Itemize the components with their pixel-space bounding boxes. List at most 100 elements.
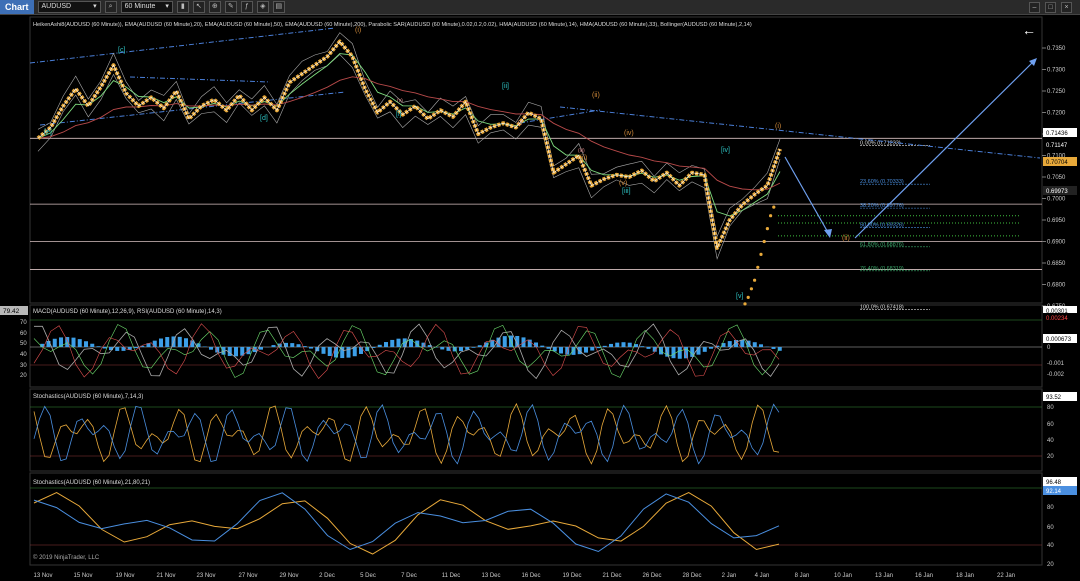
ema-lines xyxy=(37,53,781,217)
macd-histogram-bar xyxy=(615,342,620,347)
sar-dot xyxy=(769,214,773,218)
macd-histogram-bar xyxy=(259,347,263,350)
macd-histogram-bar xyxy=(77,339,82,347)
macd-panel: 7060504030200.0020-0.001-0.00279.420.003… xyxy=(0,306,1077,380)
macd-histogram-bar xyxy=(709,347,713,349)
macd-histogram-bar xyxy=(702,347,707,352)
y-tick-label: 0.6900 xyxy=(1047,240,1066,246)
wave-label-orange: (ii) xyxy=(592,92,600,99)
price-badge: 0.71147 xyxy=(1046,143,1068,149)
bollinger-bands xyxy=(37,32,781,260)
macd-histogram-bar xyxy=(134,347,138,349)
macd-histogram-bar xyxy=(590,347,595,351)
price-badge: 0.71436 xyxy=(1046,131,1068,137)
macd-histogram-bar xyxy=(471,347,476,348)
x-tick-label: 10 Jan xyxy=(834,573,852,579)
macd-histogram-bar xyxy=(321,347,326,354)
y-tick-label: 0.6800 xyxy=(1047,283,1066,289)
bollinger-upper xyxy=(37,32,781,238)
bar-type-icon[interactable]: ▮ xyxy=(176,1,189,13)
x-tick-label: 16 Jan xyxy=(915,573,933,579)
hma-line xyxy=(37,41,781,249)
close-icon[interactable]: × xyxy=(1061,2,1072,13)
x-tick-label: 29 Nov xyxy=(279,573,298,579)
x-tick-label: 16 Dec xyxy=(521,573,540,579)
interval-label: 60 Minute xyxy=(124,3,156,10)
chart-area: HeikenAshi8(AUDUSD (60 Minute)), EMA(AUD… xyxy=(0,16,1077,579)
interval-selector[interactable]: 60 Minute ▾ xyxy=(120,1,173,13)
macd-histogram-bar xyxy=(296,344,301,347)
macd-histogram-bar xyxy=(65,337,70,347)
stoch1-panel-frame xyxy=(29,388,1043,472)
ema-20-line xyxy=(37,53,781,217)
heiken-ashi-line xyxy=(36,39,782,250)
macd-histogram-bar xyxy=(521,337,526,347)
cursor-icon[interactable]: ↖ xyxy=(192,1,205,13)
wave-label-small: (iii) xyxy=(578,148,585,154)
stoch2-tick-label: 40 xyxy=(1047,543,1054,549)
macd-histogram-bar xyxy=(90,343,95,347)
stoch2-panel-frame xyxy=(29,472,1043,566)
price-badge: 0.70704 xyxy=(1046,160,1068,166)
macd-histogram-bar xyxy=(184,338,188,347)
x-tick-label: 23 Nov xyxy=(196,573,215,579)
sar-dot xyxy=(765,227,770,231)
macd-histogram-bar xyxy=(609,343,613,347)
macd-histogram-bar xyxy=(152,340,157,347)
x-tick-label: 4 Jan xyxy=(755,573,770,579)
price-axis: 0.73500.73000.72500.72000.71500.71000.70… xyxy=(1042,46,1066,310)
macd-histogram-bar xyxy=(115,347,120,351)
fib-label: 100.0% (0.67418) xyxy=(860,305,904,311)
sar-dot xyxy=(772,205,776,209)
x-tick-label: 8 Jan xyxy=(795,573,810,579)
x-tick-label: 2 Dec xyxy=(319,573,335,579)
rsi-tick-label: 40 xyxy=(20,352,27,358)
macd-histogram-bar xyxy=(671,347,676,359)
fib-label: 61.80% (0.68876) xyxy=(860,242,904,248)
x-tick-label: 11 Dec xyxy=(442,573,461,579)
macd-histogram-bar xyxy=(627,342,632,347)
macd-histogram-bar xyxy=(602,345,607,347)
chart-tab[interactable]: Chart xyxy=(0,0,34,14)
search-icon[interactable]: ⌕ xyxy=(104,1,117,13)
y-tick-label: 0.7250 xyxy=(1047,89,1066,95)
macd-histogram-bar xyxy=(409,339,413,347)
rsi-tick-label: 70 xyxy=(20,320,27,326)
stoch1-badge: 93.52 xyxy=(1046,395,1062,401)
zoom-icon[interactable]: ⊕ xyxy=(208,1,221,13)
wave-label-blue: [i] xyxy=(396,111,402,118)
price-panel-frame xyxy=(29,16,1043,304)
maximize-icon[interactable]: □ xyxy=(1045,2,1056,13)
x-tick-label: 21 Nov xyxy=(156,573,175,579)
time-axis: 13 Nov 15 Nov 19 Nov 21 Nov 23 Nov 27 Nov 29 N… xyxy=(33,573,1015,579)
price-badges: 0.71436 0.71147 0.70704 0.69973 xyxy=(1043,128,1077,195)
stoch2-tick-label: 60 xyxy=(1047,525,1054,531)
oscillator-line xyxy=(33,403,780,465)
macd-histogram-bar xyxy=(546,347,551,349)
macd-histogram-bar xyxy=(527,339,532,347)
wave-label-blue: [v] xyxy=(736,293,743,300)
instrument-selector[interactable]: AUDUSD ▾ xyxy=(37,1,101,13)
macd-panel-title: MACD(AUDUSD (60 Minute),12,26,9), RSI(AU… xyxy=(33,309,222,315)
macd-histogram-bar xyxy=(346,347,351,358)
wave-label-small: (v) xyxy=(397,98,403,104)
drawing-tools-icon[interactable]: ✎ xyxy=(224,1,237,13)
properties-icon[interactable]: ▤ xyxy=(272,1,285,13)
x-tick-label: 13 Nov xyxy=(33,573,52,579)
x-tick-label: 21 Dec xyxy=(602,573,621,579)
stoch2-tick-label: 20 xyxy=(1047,562,1054,568)
sar-dot xyxy=(749,287,754,291)
indicators-icon[interactable]: ƒ xyxy=(240,1,253,13)
macd-histogram-bar xyxy=(477,345,482,347)
macd-histogram-bar xyxy=(71,337,76,347)
macd-badge: 0.00234 xyxy=(1046,316,1068,322)
macd-histogram-bar xyxy=(540,345,545,347)
minimize-icon[interactable]: – xyxy=(1029,2,1040,13)
wave-label-small: (i) xyxy=(518,120,523,126)
x-tick-label: 13 Jan xyxy=(875,573,893,579)
stoch1-tick-label: 40 xyxy=(1047,438,1054,444)
fibonacci-levels: 0.00% (0.71233)23.60% (0.70333)38.20% (0… xyxy=(860,140,930,311)
macd-tick-label: -0.002 xyxy=(1047,372,1065,378)
rsi-tick-label: 20 xyxy=(20,373,27,379)
strategy-icon[interactable]: ◈ xyxy=(256,1,269,13)
